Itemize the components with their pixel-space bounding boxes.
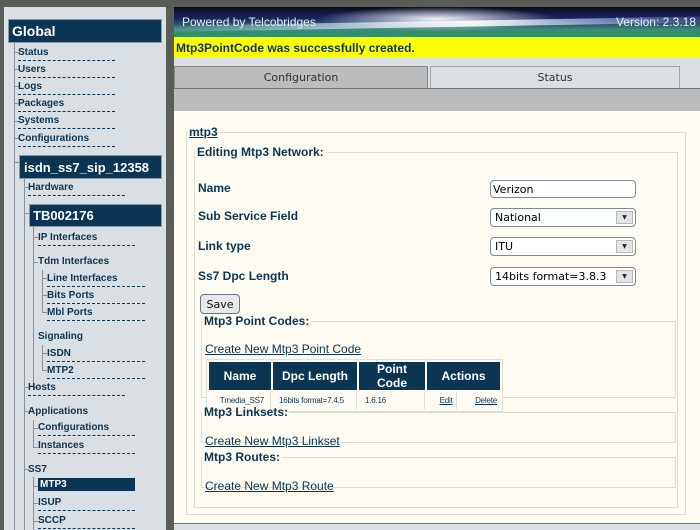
sidebar-item-status[interactable]: Status — [18, 47, 115, 61]
edit-link[interactable]: Edit — [440, 396, 453, 405]
sidebar-header-host[interactable]: isdn_ss7_sip_12358 — [19, 155, 162, 179]
save-button[interactable]: Save — [200, 294, 240, 314]
create-linkset-link[interactable]: Create New Mtp3 Linkset — [205, 434, 340, 448]
tree-line — [33, 227, 34, 387]
sub-service-field-select[interactable]: National ▼ — [490, 208, 636, 227]
sidebar-item-applications[interactable]: Applications — [28, 406, 88, 417]
header-banner: Powered by Telcobridges Version: 2.3.18 — [174, 7, 700, 37]
column-header-point-code: Point Code — [359, 362, 425, 390]
sidebar-header-board[interactable]: TB002176 — [29, 204, 162, 227]
dpc-length-value: 14bits format=3.8.3 — [495, 270, 607, 283]
link-type-value: ITU — [495, 240, 514, 253]
sub-service-field-value: National — [495, 211, 541, 224]
sidebar-item-systems[interactable]: Systems — [18, 115, 115, 129]
flash-success-message: Mtp3PointCode was successfully created. — [174, 37, 700, 58]
column-header-name: Name — [209, 362, 271, 390]
sidebar-item-app-configurations[interactable]: Configurations — [38, 422, 135, 436]
routes-legend: Mtp3 Routes: — [204, 450, 280, 464]
sidebar-item-isdn[interactable]: ISDN — [47, 348, 145, 362]
sidebar-item-ss7[interactable]: SS7 — [28, 464, 47, 475]
sidebar-item-hardware[interactable]: Hardware — [28, 182, 125, 196]
name-input[interactable]: Verizon — [490, 180, 636, 198]
create-route-link[interactable]: Create New Mtp3 Route — [205, 479, 334, 493]
sidebar-item-mtp3[interactable]: MTP3 — [38, 478, 135, 491]
link-type-label: Link type — [198, 239, 251, 253]
tab-configuration[interactable]: Configuration — [174, 66, 428, 88]
sidebar-item-packages[interactable]: Packages — [18, 98, 115, 112]
powered-by-text: Powered by Telcobridges — [182, 15, 316, 29]
dpc-length-select[interactable]: 14bits format=3.8.3 ▼ — [490, 267, 636, 286]
mtp3-section-link[interactable]: mtp3 — [189, 125, 218, 139]
sidebar-item-configurations[interactable]: Configurations — [18, 133, 115, 147]
dpc-length-label: Ss7 Dpc Length — [198, 269, 289, 283]
mtp3-legend: mtp3 — [187, 125, 220, 139]
sidebar-item-hosts[interactable]: Hosts — [28, 382, 125, 396]
content-area: mtp3 Editing Mtp3 Network: Name Verizon … — [174, 111, 700, 523]
delete-link[interactable]: Delete — [475, 396, 497, 405]
dropdown-arrow-icon[interactable]: ▼ — [616, 240, 633, 253]
sidebar-item-logs[interactable]: Logs — [18, 81, 115, 95]
create-point-code-link[interactable]: Create New Mtp3 Point Code — [205, 342, 361, 356]
linksets-legend: Mtp3 Linksets: — [204, 405, 289, 419]
tree-line — [24, 179, 25, 530]
sidebar-item-instances[interactable]: Instances — [38, 440, 135, 454]
tree-line — [33, 420, 34, 447]
column-header-actions: Actions — [427, 362, 500, 390]
dropdown-arrow-icon[interactable]: ▼ — [616, 211, 633, 224]
tree-line — [14, 43, 15, 530]
main-panel: Powered by Telcobridges Version: 2.3.18 … — [174, 7, 700, 530]
tab-status[interactable]: Status — [430, 66, 680, 88]
link-type-select[interactable]: ITU ▼ — [490, 237, 636, 256]
tree-line — [42, 270, 43, 312]
name-label: Name — [198, 181, 231, 195]
sidebar-item-signaling[interactable]: Signaling — [38, 331, 83, 342]
tree-line — [42, 345, 43, 370]
sidebar-item-mtp2[interactable]: MTP2 — [47, 365, 145, 379]
sidebar-item-users[interactable]: Users — [18, 64, 115, 78]
sidebar-header-global[interactable]: Global — [8, 19, 162, 43]
sidebar-item-isup[interactable]: ISUP — [38, 497, 135, 511]
sub-service-field-label: Sub Service Field — [198, 209, 299, 223]
sidebar-navigation: Global Status Users Logs Packages System… — [4, 7, 166, 530]
table-header-row: Name Dpc Length Point Code Actions — [209, 362, 500, 390]
tab-toolbar — [174, 88, 700, 111]
sidebar-item-tdm-interfaces[interactable]: Tdm Interfaces — [38, 256, 109, 267]
sidebar-item-line-interfaces[interactable]: Line Interfaces — [47, 273, 145, 287]
sidebar-item-bits-ports[interactable]: Bits Ports — [47, 290, 145, 304]
edit-network-legend: Editing Mtp3 Network: — [197, 145, 324, 159]
sidebar-item-mbl-ports[interactable]: Mbl Ports — [47, 307, 145, 321]
point-codes-legend: Mtp3 Point Codes: — [204, 314, 310, 328]
sidebar-item-ip-interfaces[interactable]: IP Interfaces — [38, 232, 135, 246]
sidebar-item-sccp[interactable]: SCCP — [38, 515, 135, 529]
dropdown-arrow-icon[interactable]: ▼ — [616, 270, 633, 283]
footer-strip — [174, 523, 700, 530]
column-header-dpc-length: Dpc Length — [273, 362, 357, 390]
version-text: Version: 2.3.18 — [615, 15, 696, 29]
